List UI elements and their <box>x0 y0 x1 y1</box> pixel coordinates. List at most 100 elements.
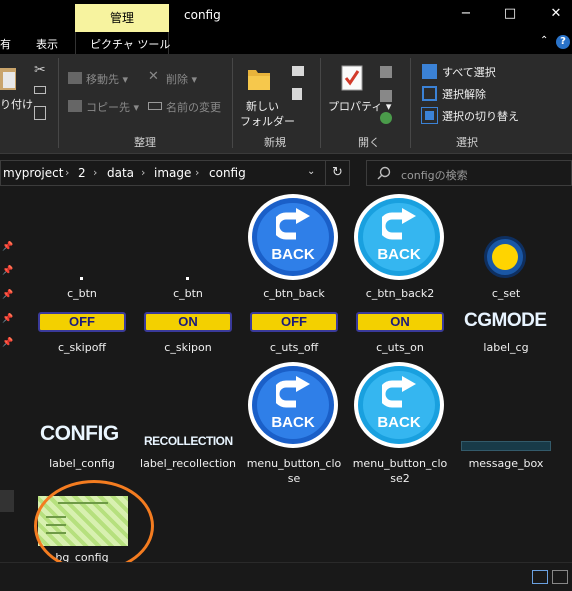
c-set-thumbnail <box>484 236 526 278</box>
file-name-line1: menu_button_clo <box>352 457 448 470</box>
history-icon[interactable] <box>380 112 392 124</box>
rename-icon <box>148 102 162 110</box>
rename-button[interactable]: 名前の変更 <box>166 99 221 115</box>
delete-button[interactable]: 削除 ▾ <box>166 71 197 87</box>
copy-to-button[interactable]: コピー先 ▾ <box>86 99 139 115</box>
search-placeholder: configの検索 <box>401 169 468 182</box>
pin-icon[interactable]: 📌 <box>2 290 13 300</box>
select-all-button[interactable]: すべて選択 <box>442 64 496 80</box>
new-group-label: 新規 <box>264 136 286 149</box>
file-name: c_uts_off <box>269 341 319 354</box>
address-bar[interactable]: myproject › 2 › data › image › config ⌄ … <box>0 160 350 186</box>
invert-selection-button[interactable]: 選択の切り替え <box>442 108 519 124</box>
return-arrow-icon <box>382 208 416 240</box>
breadcrumb-myproject[interactable]: myproject <box>3 166 63 180</box>
file-name: c_btn <box>67 287 97 300</box>
back-text: BACK <box>271 246 315 263</box>
paste-button[interactable]: り付け <box>0 96 33 112</box>
select-none-icon <box>422 86 437 101</box>
chevron-right-icon[interactable]: › <box>65 166 69 179</box>
breadcrumb-config[interactable]: config <box>209 166 246 180</box>
help-icon[interactable]: ? <box>556 35 570 49</box>
edit-icon[interactable] <box>380 90 392 102</box>
pin-icon[interactable]: 📌 <box>2 266 13 276</box>
recollection-thumbnail: RECOLLECTION <box>144 434 233 448</box>
tab-share[interactable]: 有 <box>0 36 11 52</box>
file-name: c_btn <box>173 287 203 300</box>
back-button-thumbnail: BACK <box>248 362 338 448</box>
highlight-circle-annotation <box>34 480 154 572</box>
message-box-thumbnail <box>461 441 551 451</box>
back-text: BACK <box>377 246 421 263</box>
copy-to-label: コピー先 <box>86 101 130 114</box>
back-text: BACK <box>271 414 315 431</box>
pin-icon[interactable]: 📌 <box>2 314 13 324</box>
large-icons-view-icon[interactable] <box>552 570 568 584</box>
pin-icon[interactable]: 📌 <box>2 242 13 252</box>
file-name-line2: se <box>287 472 301 485</box>
copy-to-icon <box>68 100 82 112</box>
move-to-button[interactable]: 移動先 ▾ <box>86 71 128 87</box>
chevron-right-icon[interactable]: › <box>195 166 199 179</box>
c-btn-thumbnail <box>80 277 83 280</box>
new-folder-line1[interactable]: 新しい <box>246 98 279 114</box>
ribbon-tab-row: 有 表示 ピクチャ ツール ⌃ ? <box>0 32 572 54</box>
c-btn-thumbnail <box>186 277 189 280</box>
return-arrow-icon <box>276 208 310 240</box>
return-arrow-icon <box>276 376 310 408</box>
window-title: config <box>184 8 221 22</box>
on-pill-thumbnail: ON <box>144 312 232 332</box>
select-none-button[interactable]: 選択解除 <box>442 86 486 102</box>
new-folder-line2[interactable]: フォルダー <box>240 113 295 129</box>
manage-context-tab[interactable]: 管理 <box>75 4 169 32</box>
address-dropdown-icon[interactable]: ⌄ <box>307 166 315 177</box>
off-pill-thumbnail: OFF <box>38 312 126 332</box>
move-to-icon <box>68 72 82 84</box>
back-button-thumbnail: BACK <box>248 194 338 280</box>
easy-access-icon[interactable] <box>292 88 302 100</box>
refresh-icon[interactable]: ↻ <box>325 161 349 185</box>
file-name: c_set <box>491 287 521 300</box>
on-pill-thumbnail: ON <box>356 312 444 332</box>
open-group-label: 開く <box>358 136 380 149</box>
chevron-right-icon[interactable]: › <box>93 166 97 179</box>
new-item-icon[interactable] <box>292 66 304 76</box>
new-folder-icon <box>248 70 270 90</box>
back-button-thumbnail: BACK <box>354 362 444 448</box>
file-name: c_skipon <box>164 341 212 354</box>
tab-view[interactable]: 表示 <box>36 36 58 52</box>
cgmode-thumbnail: CGMODE <box>464 310 547 331</box>
navigation-pane[interactable]: 📌 📌 📌 📌 📌 <box>0 194 14 562</box>
close-button[interactable]: ✕ <box>544 6 568 21</box>
breadcrumb-2[interactable]: 2 <box>78 166 86 180</box>
config-thumbnail: CONFIG <box>40 422 119 445</box>
minimize-button[interactable]: − <box>454 6 478 21</box>
file-name-line2: se2 <box>390 472 410 485</box>
file-name: label_cg <box>483 341 529 354</box>
details-view-icon[interactable] <box>532 570 548 584</box>
breadcrumb-image[interactable]: image <box>154 166 191 180</box>
copy-path-icon[interactable] <box>34 86 46 94</box>
delete-icon: ✕ <box>148 69 159 84</box>
cut-icon[interactable]: ✂ <box>34 62 46 78</box>
collapse-ribbon-icon[interactable]: ⌃ <box>540 35 548 46</box>
nav-selected-item[interactable] <box>0 490 14 512</box>
title-bar: 管理 config − □ ✕ <box>0 0 572 32</box>
properties-icon <box>341 65 363 91</box>
pin-icon[interactable]: 📌 <box>2 338 13 348</box>
tab-picture-tools[interactable]: ピクチャ ツール <box>90 36 170 52</box>
file-name: c_btn_back2 <box>365 287 435 300</box>
return-arrow-icon <box>382 376 416 408</box>
back-button-thumbnail: BACK <box>354 194 444 280</box>
chevron-right-icon[interactable]: › <box>141 166 145 179</box>
paste-shortcut-icon[interactable] <box>34 106 46 120</box>
breadcrumb-data[interactable]: data <box>107 166 134 180</box>
status-bar <box>0 562 572 591</box>
file-list: c_btn c_btn BACK c_btn_back BACK c_btn_b… <box>14 194 572 572</box>
file-name: c_uts_on <box>376 341 424 354</box>
open-icon[interactable] <box>380 66 392 78</box>
search-box[interactable]: configの検索 <box>366 160 572 186</box>
delete-label: 削除 <box>166 73 188 86</box>
maximize-button[interactable]: □ <box>498 6 522 21</box>
invert-selection-icon <box>421 107 438 124</box>
